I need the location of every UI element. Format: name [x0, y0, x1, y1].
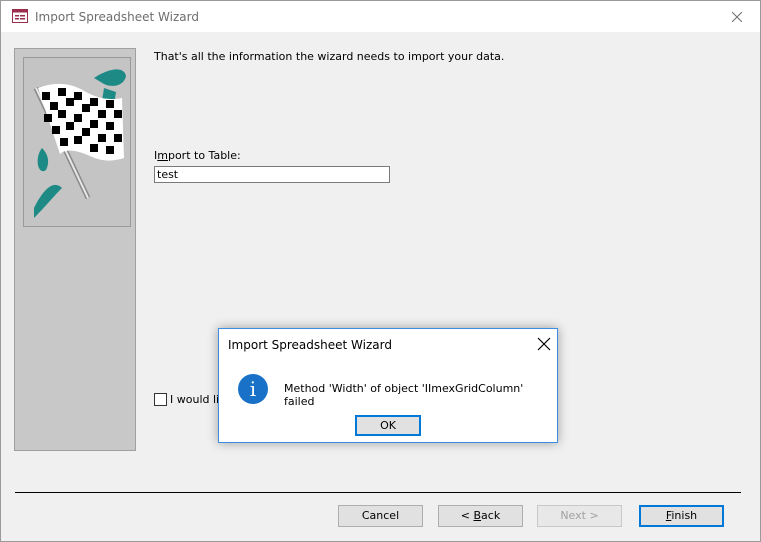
- dialog-message: Method 'Width' of object 'IImexGridColum…: [284, 382, 524, 408]
- window-close-button[interactable]: [714, 1, 760, 32]
- import-label-mnemonic: m: [157, 149, 168, 162]
- ok-button[interactable]: OK: [355, 415, 421, 436]
- back-button-rest: ack: [481, 509, 501, 522]
- title-bar: Import Spreadsheet Wizard: [1, 1, 760, 32]
- back-button[interactable]: < Back: [438, 505, 523, 527]
- dialog-title-bar: Import Spreadsheet Wizard: [219, 329, 557, 360]
- dialog-close-button[interactable]: [537, 337, 551, 354]
- next-button[interactable]: Next >: [537, 505, 622, 527]
- finish-button-rest: inish: [671, 509, 698, 522]
- close-icon: [732, 11, 742, 22]
- window-title: Import Spreadsheet Wizard: [35, 10, 199, 24]
- checkered-flag-image: [23, 57, 131, 227]
- info-icon: i: [238, 374, 268, 404]
- wizard-window: Import Spreadsheet Wizard That's all the…: [0, 0, 761, 542]
- cancel-button[interactable]: Cancel: [338, 505, 423, 527]
- import-to-table-label: Import to Table:: [154, 149, 241, 162]
- intro-text: That's all the information the wizard ne…: [154, 50, 505, 63]
- table-name-input[interactable]: [154, 166, 390, 183]
- form-app-icon: [12, 9, 28, 26]
- import-label-rest: port to Table:: [167, 149, 241, 162]
- footer-separator: [15, 492, 741, 493]
- error-dialog: Import Spreadsheet Wizard i Method 'Widt…: [218, 328, 558, 443]
- finish-button[interactable]: Finish: [639, 505, 724, 527]
- back-button-prefix: <: [460, 509, 474, 522]
- dialog-title: Import Spreadsheet Wizard: [228, 338, 392, 352]
- wizard-graphic-panel: [14, 48, 136, 451]
- analyze-table-checkbox[interactable]: [154, 393, 167, 406]
- close-icon: [537, 337, 551, 351]
- back-button-mnemonic: B: [473, 509, 482, 522]
